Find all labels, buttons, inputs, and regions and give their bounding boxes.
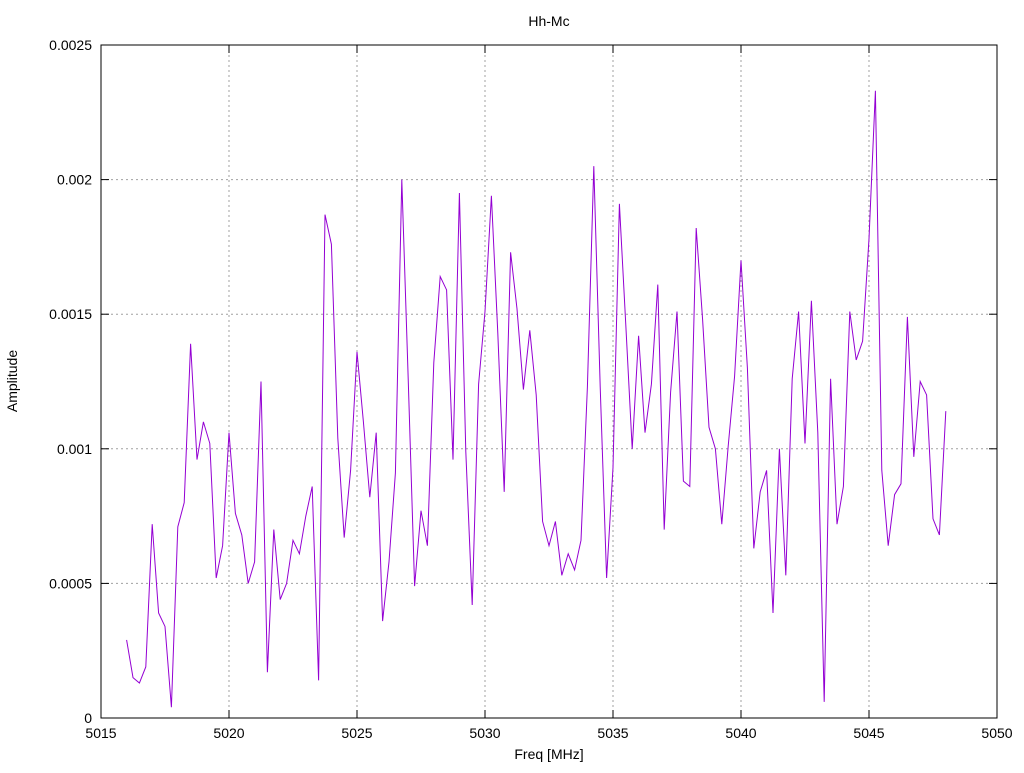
y-tick-label: 0.0015 — [49, 306, 92, 322]
x-tick-labels: 5015 5020 5025 5030 5035 5040 5045 5050 — [85, 725, 1012, 741]
x-tick-label: 5025 — [341, 725, 372, 741]
y-tick-label: 0.0005 — [49, 575, 92, 591]
chart-title: Hh-Mc — [528, 13, 569, 29]
x-tick-label: 5035 — [597, 725, 628, 741]
y-tick-label: 0.0025 — [49, 37, 92, 53]
y-tick-label: 0.001 — [57, 441, 92, 457]
chart-container: Hh-Mc 5015 5020 5025 5030 5035 5040 5045 5050 0… — [0, 0, 1024, 768]
x-tick-label: 5050 — [981, 725, 1012, 741]
series-layer — [126, 90, 947, 708]
line-chart: Hh-Mc 5015 5020 5025 5030 5035 5040 5045 5050 0… — [4, 13, 1013, 762]
y-axis-label: Amplitude — [4, 350, 20, 412]
x-tick-label: 5040 — [725, 725, 756, 741]
series-line — [126, 90, 947, 708]
x-tick-label: 5015 — [85, 725, 116, 741]
y-tick-label: 0.002 — [57, 172, 92, 188]
axis-ticks — [100, 44, 998, 719]
grid-lines — [101, 45, 997, 718]
x-tick-label: 5030 — [469, 725, 500, 741]
x-axis-label: Freq [MHz] — [514, 746, 583, 762]
x-tick-label: 5045 — [853, 725, 884, 741]
plot-frame — [100, 44, 998, 719]
y-tick-labels: 0 0.0005 0.001 0.0015 0.002 0.0025 — [49, 37, 92, 726]
y-tick-label: 0 — [84, 710, 92, 726]
x-tick-label: 5020 — [213, 725, 244, 741]
